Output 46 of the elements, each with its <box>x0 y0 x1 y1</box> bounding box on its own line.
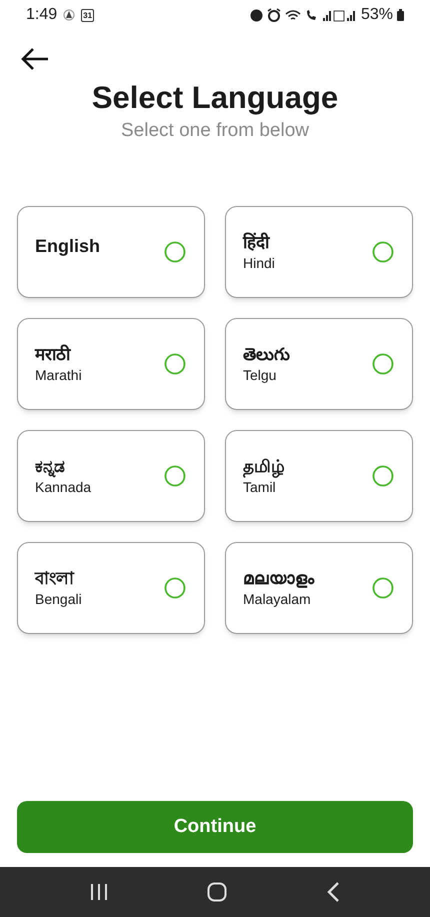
language-name: English <box>35 234 100 258</box>
language-name: മലയാളം <box>243 568 314 590</box>
radio-button[interactable] <box>164 577 186 599</box>
wifi-icon <box>284 8 301 22</box>
radio-button[interactable] <box>164 353 186 375</box>
language-card[interactable]: ಕನ್ನಡ Kannada <box>17 430 205 522</box>
page-subtitle: Select one from below <box>121 119 309 143</box>
english-language-name: Malayalam <box>243 590 312 608</box>
english-language-name: Tamil <box>243 478 277 496</box>
alarm-icon <box>266 8 281 22</box>
language-card[interactable]: മലയാളം Malayalam <box>225 542 413 634</box>
battery-icon <box>397 9 404 21</box>
language-card[interactable]: English <box>17 206 205 298</box>
recent-apps-icon[interactable] <box>90 883 108 901</box>
battery-percentage: 53% <box>360 5 393 25</box>
language-card[interactable]: हिंदी Hindi <box>225 206 413 298</box>
notification-icon <box>63 9 76 21</box>
calendar-icon: 31 <box>81 8 94 22</box>
radio-button[interactable] <box>372 241 394 263</box>
language-name: हिंदी <box>243 232 271 254</box>
radio-button[interactable] <box>372 353 394 375</box>
language-name: ಕನ್ನಡ <box>35 456 66 478</box>
language-card[interactable]: தமிழ் Tamil <box>225 430 413 522</box>
english-language-name: Bengali <box>35 590 82 608</box>
language-name: తెలుగు <box>243 344 290 366</box>
back-icon[interactable] <box>326 882 340 902</box>
status-time: 1:49 <box>26 5 58 25</box>
english-language-name: Hindi <box>243 254 275 272</box>
english-language-name: Kannada <box>35 478 92 496</box>
language-name: मराठी <box>35 344 72 366</box>
english-language-name: Telgu <box>243 366 278 384</box>
language-card[interactable]: తెలుగు Telgu <box>225 318 413 410</box>
english-language-name: Marathi <box>35 366 82 384</box>
language-card[interactable]: मराठी Marathi <box>17 318 205 410</box>
signal-icon <box>322 8 357 22</box>
language-name: தமிழ் <box>243 456 285 478</box>
language-name: বাংলা <box>35 568 76 590</box>
page-title: Select Language <box>92 79 338 117</box>
continue-button[interactable]: Continue <box>17 801 413 853</box>
radio-button[interactable] <box>164 465 186 487</box>
radio-button[interactable] <box>372 577 394 599</box>
radio-button[interactable] <box>164 241 186 263</box>
language-card[interactable]: বাংলা Bengali <box>17 542 205 634</box>
call-icon <box>304 8 319 22</box>
radio-button[interactable] <box>372 465 394 487</box>
home-icon[interactable] <box>206 882 227 902</box>
